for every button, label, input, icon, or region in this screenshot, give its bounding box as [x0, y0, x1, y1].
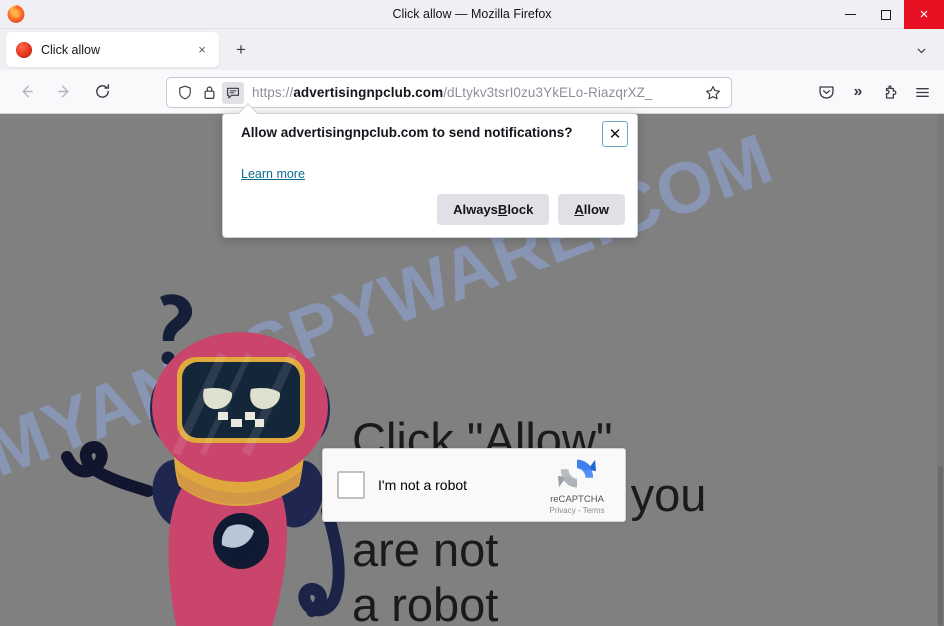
shield-icon[interactable]	[174, 82, 196, 104]
always-block-suffix: lock	[507, 202, 534, 217]
dialog-heading: Allow advertisingnpclub.com to send noti…	[241, 125, 573, 140]
tab-strip: Click allow × +	[0, 29, 944, 70]
scrollbar-thumb[interactable]	[938, 466, 943, 626]
notification-permission-dialog: Allow advertisingnpclub.com to send noti…	[222, 103, 638, 238]
padlock-icon[interactable]	[198, 82, 220, 104]
recaptcha-terms-link[interactable]: Privacy - Terms	[541, 506, 613, 515]
allow-mnemonic: A	[574, 202, 584, 217]
dialog-actions: Always Block Allow	[437, 194, 625, 225]
window-controls: ×	[832, 0, 944, 29]
url-path: /dLtykv3tsrI0zu3YkELo-RiazqrXZ_	[443, 85, 653, 100]
page-scrollbar[interactable]	[937, 114, 944, 626]
recaptcha-brand-name: reCAPTCHA	[550, 494, 604, 505]
extensions-puzzle-icon[interactable]	[874, 77, 906, 107]
headline-line-3: a robot	[352, 578, 499, 626]
close-tab-button[interactable]: ×	[193, 41, 211, 59]
url-host: advertisingnpclub.com	[293, 85, 444, 100]
allow-suffix: llow	[583, 202, 609, 217]
always-block-mnemonic: B	[497, 202, 508, 217]
title-bar: Click allow — Mozilla Firefox ×	[0, 0, 944, 29]
notification-permission-icon[interactable]	[222, 81, 244, 104]
address-bar[interactable]: https://advertisingnpclub.com/dLtykv3tsr…	[166, 77, 732, 108]
new-tab-button[interactable]: +	[227, 36, 255, 64]
recaptcha-label: I'm not a robot	[378, 477, 468, 493]
recaptcha-widget[interactable]: I'm not a robot reCAPTCHA Privacy - Term…	[322, 448, 626, 522]
overflow-double-chevron-icon[interactable]: »	[842, 77, 874, 107]
close-dialog-button[interactable]: ✕	[602, 121, 628, 147]
pocket-icon[interactable]	[810, 77, 842, 107]
back-button[interactable]	[10, 77, 42, 107]
toolbar-right-icons: »	[810, 77, 938, 107]
minimize-button[interactable]	[832, 0, 868, 29]
allow-button[interactable]: Allow	[558, 194, 625, 225]
identity-box	[174, 81, 244, 104]
url-scheme: https://	[252, 85, 294, 100]
always-block-button[interactable]: Always Block	[437, 194, 550, 225]
always-block-prefix: Always	[453, 202, 498, 217]
recaptcha-checkbox[interactable]	[337, 471, 365, 499]
recaptcha-logo-icon	[558, 459, 596, 488]
window-title: Click allow — Mozilla Firefox	[392, 7, 552, 21]
learn-more-link[interactable]: Learn more	[241, 167, 305, 181]
recaptcha-branding: reCAPTCHA Privacy - Terms	[541, 455, 613, 515]
maximize-button[interactable]	[868, 0, 904, 29]
reload-button[interactable]	[86, 77, 118, 107]
tab-title: Click allow	[41, 42, 101, 57]
close-window-button[interactable]: ×	[904, 0, 944, 29]
bookmark-star-icon[interactable]	[701, 81, 725, 105]
forward-button[interactable]	[48, 77, 80, 107]
firefox-logo-icon	[7, 4, 25, 23]
firefox-browser-window: Click allow — Mozilla Firefox × Click al…	[0, 0, 944, 626]
browser-tab[interactable]: Click allow ×	[6, 32, 219, 67]
hamburger-menu-icon[interactable]	[906, 77, 938, 107]
list-all-tabs-chevron-down-icon[interactable]	[908, 37, 934, 63]
url-text[interactable]: https://advertisingnpclub.com/dLtykv3tsr…	[252, 85, 701, 100]
site-favicon-icon	[16, 41, 32, 58]
